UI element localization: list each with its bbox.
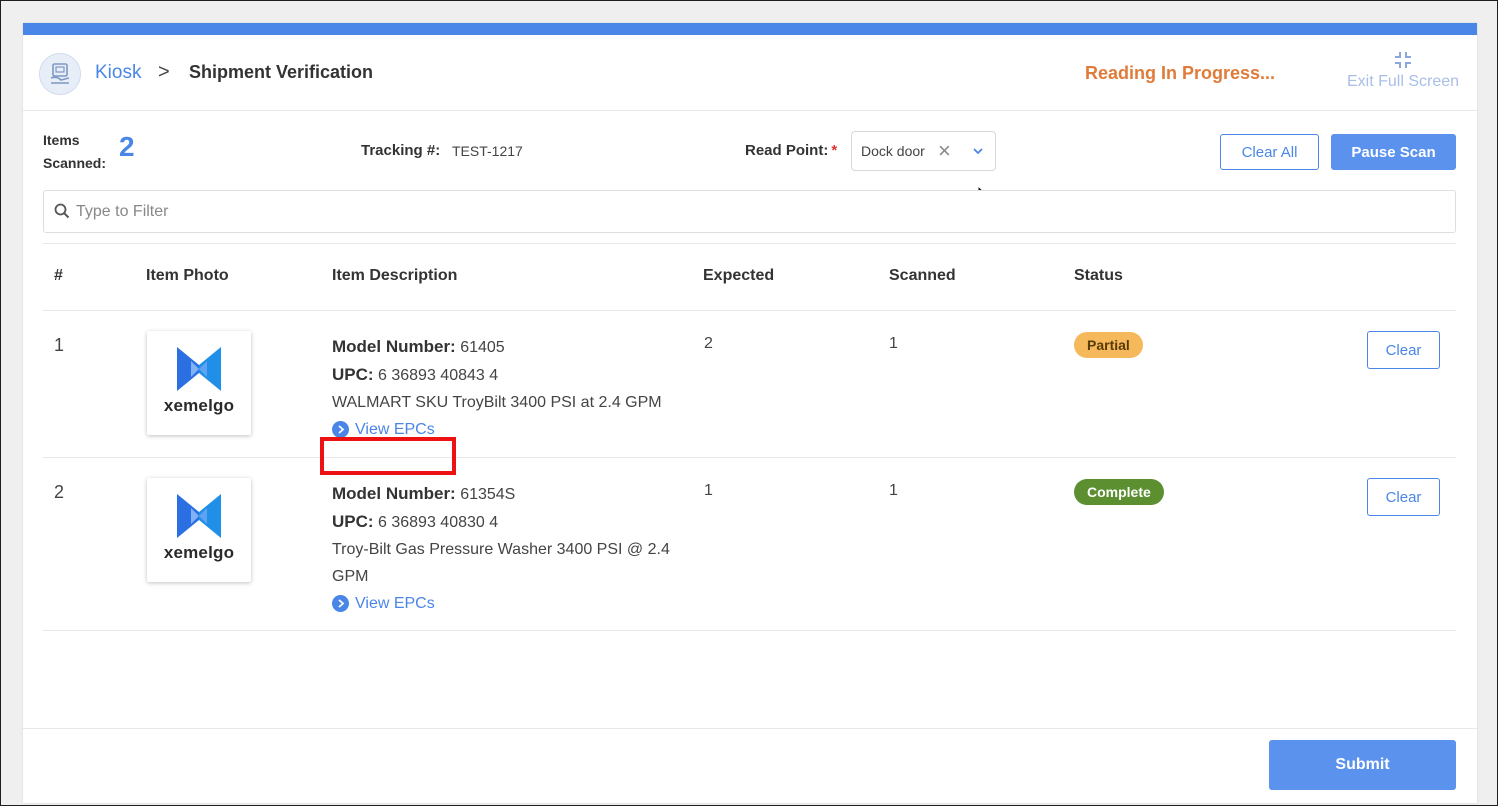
breadcrumb-separator: > [158, 61, 170, 83]
exit-fullscreen-label: Exit Full Screen [1346, 73, 1460, 90]
page-title: Shipment Verification [189, 62, 374, 82]
scanned-count: 1 [889, 482, 898, 499]
item-description-text: WALMART SKU TroyBilt 3400 PSI at 2.4 GPM [332, 394, 662, 411]
view-epcs-label: View EPCs [355, 595, 435, 612]
item-photo-brand: xemelgo [163, 396, 235, 415]
table-header: # Item Photo Item Description Expected S… [43, 243, 1456, 311]
clear-selection-icon[interactable]: × [938, 138, 951, 164]
items-scanned-label-line1: Items [43, 132, 80, 148]
chevron-right-circle-icon [332, 421, 349, 438]
table-row: 1 xemelgo Model Number: 61405 UPC: 6 368… [43, 311, 1456, 458]
item-photo-brand: xemelgo [163, 543, 235, 562]
kiosk-panel: Kiosk > Shipment Verification Reading In… [23, 23, 1477, 803]
exit-fullscreen-button[interactable]: Exit Full Screen [1341, 51, 1465, 91]
item-photo: xemelgo [147, 331, 251, 435]
required-marker: * [831, 142, 838, 159]
tracking-value: TEST-1217 [452, 143, 523, 159]
clear-all-button[interactable]: Clear All [1220, 134, 1319, 170]
annotation-highlight-box [320, 437, 456, 475]
scanned-count: 1 [889, 335, 898, 352]
status-badge: Complete [1074, 479, 1164, 505]
clear-row-button[interactable]: Clear [1367, 331, 1440, 369]
filter-box [43, 190, 1456, 233]
read-point-value: Dock door [861, 143, 925, 159]
kiosk-logo-icon [39, 53, 81, 95]
view-epcs-link[interactable]: View EPCs [332, 590, 435, 617]
chevron-right-circle-icon [332, 595, 349, 612]
filter-input[interactable] [76, 199, 1436, 225]
column-header-expected: Expected [703, 267, 775, 284]
screen-frame: Kiosk > Shipment Verification Reading In… [0, 0, 1498, 806]
model-number-label: Model Number: [332, 337, 456, 356]
search-icon [54, 203, 70, 219]
chevron-down-icon[interactable] [972, 146, 984, 156]
xemelgo-logo-icon [177, 494, 221, 538]
read-point-label: Read Point: * [745, 142, 837, 159]
upc-label: UPC: [332, 365, 374, 384]
clear-row-button[interactable]: Clear [1367, 478, 1440, 516]
upc-value: 6 36893 40830 4 [378, 514, 499, 531]
upc-value: 6 36893 40843 4 [378, 367, 499, 384]
row-index: 2 [54, 482, 65, 502]
model-number-value: 61354S [460, 486, 516, 503]
expected-count: 1 [704, 482, 713, 499]
expected-count: 2 [704, 335, 713, 352]
items-scanned-count: 2 [119, 131, 135, 162]
column-header-scanned: Scanned [889, 267, 956, 284]
submit-button[interactable]: Submit [1269, 740, 1456, 790]
model-number-label: Model Number: [332, 484, 456, 503]
tracking-label: Tracking #: [361, 142, 441, 159]
row-index: 1 [54, 335, 65, 355]
status-badge: Partial [1074, 332, 1143, 358]
collapse-icon [1395, 52, 1411, 68]
item-photo: xemelgo [147, 478, 251, 582]
table-row: 2 xemelgo Model Number: 61354S UPC: 6 36… [43, 458, 1456, 631]
xemelgo-logo-icon [177, 347, 221, 391]
breadcrumb-kiosk-link[interactable]: Kiosk [95, 62, 141, 84]
model-number-value: 61405 [460, 339, 505, 356]
item-description: Model Number: 61405 UPC: 6 36893 40843 4… [332, 333, 702, 443]
pause-scan-button[interactable]: Pause Scan [1331, 134, 1456, 170]
column-header-description: Item Description [332, 267, 458, 284]
items-scanned-label: Items Scanned: [43, 129, 106, 175]
item-description: Model Number: 61354S UPC: 6 36893 40830 … [332, 480, 702, 617]
column-header-status: Status [1074, 267, 1123, 284]
read-point-select[interactable]: Dock door × [851, 131, 996, 171]
upc-label: UPC: [332, 512, 374, 531]
reading-status: Reading In Progress... [1085, 63, 1276, 83]
items-scanned-label-line2: Scanned: [43, 155, 107, 171]
item-description-text: Troy-Bilt Gas Pressure Washer 3400 PSI @… [332, 541, 670, 585]
column-header-photo: Item Photo [146, 267, 229, 284]
read-point-label-text: Read Point: [745, 142, 829, 159]
page-footer: Submit [23, 728, 1477, 803]
column-header-index: # [54, 267, 63, 284]
page-header: Kiosk > Shipment Verification Reading In… [23, 35, 1477, 111]
